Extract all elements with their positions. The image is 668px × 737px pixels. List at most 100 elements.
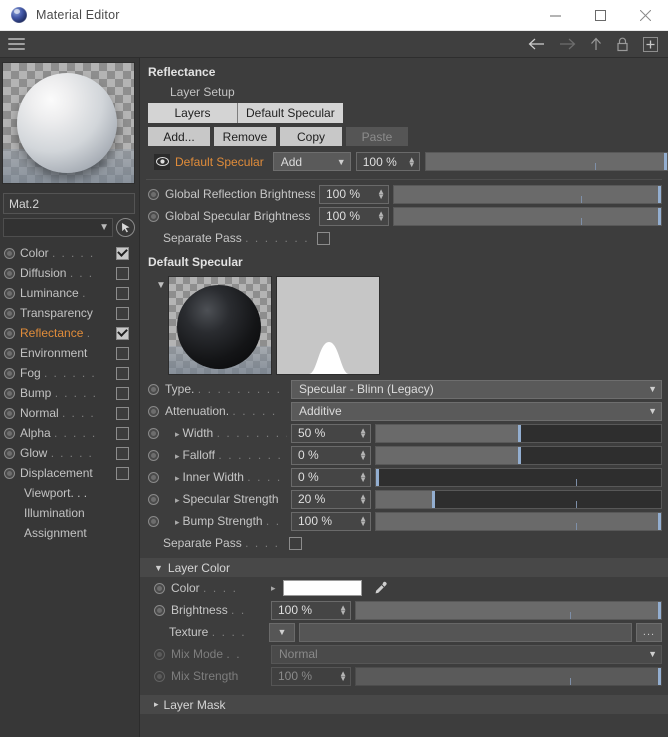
- channel-radio-icon[interactable]: [4, 367, 15, 379]
- specular-strength-field[interactable]: 20 % ▲ ▼: [291, 489, 371, 509]
- specular-sphere-thumbnail[interactable]: [168, 276, 272, 375]
- stepper-icon[interactable]: ▲ ▼: [359, 515, 367, 528]
- layer-opacity-slider[interactable]: [424, 152, 668, 171]
- param-radio-icon[interactable]: [148, 383, 159, 395]
- global-reflection-brightness-slider[interactable]: [393, 184, 662, 204]
- channel-checkbox-color[interactable]: [116, 246, 129, 260]
- sidebar-item-bump[interactable]: Bump . . . . .: [0, 383, 139, 403]
- stepper-icon[interactable]: ▲ ▼: [359, 493, 367, 506]
- back-arrow-icon[interactable]: [528, 38, 545, 50]
- width-field[interactable]: 50 % ▲ ▼: [291, 423, 371, 443]
- eyedropper-icon[interactable]: [374, 581, 388, 595]
- material-name-field[interactable]: Mat.2: [3, 193, 135, 214]
- material-preview[interactable]: [2, 62, 135, 184]
- tab-default-specular[interactable]: Default Specular: [238, 103, 343, 123]
- up-arrow-icon[interactable]: [590, 37, 602, 51]
- sidebar-item-color[interactable]: Color . . . . .: [0, 243, 139, 263]
- global-separate-pass-checkbox[interactable]: [317, 231, 330, 245]
- global-specular-brightness-slider[interactable]: [393, 206, 662, 226]
- expand-arrow-icon[interactable]: ▸: [271, 583, 276, 594]
- layer-opacity-field[interactable]: 100 % ▲ ▼: [355, 152, 420, 171]
- channel-checkbox-reflectance[interactable]: [116, 326, 129, 340]
- channel-checkbox-luminance[interactable]: [116, 286, 129, 300]
- chevron-down-icon[interactable]: ▼: [156, 276, 166, 291]
- sidebar-item-illumination[interactable]: Illumination: [0, 503, 139, 523]
- stepper-icon[interactable]: ▲ ▼: [377, 210, 385, 223]
- sidebar-item-viewport[interactable]: Viewport. . .: [0, 483, 139, 503]
- close-button[interactable]: [623, 0, 668, 31]
- param-radio-icon[interactable]: [148, 210, 159, 222]
- channel-radio-icon[interactable]: [4, 427, 15, 439]
- channel-radio-icon[interactable]: [4, 247, 15, 259]
- chevron-down-icon[interactable]: ▼: [99, 222, 109, 233]
- copy-layer-button[interactable]: Copy: [280, 127, 342, 146]
- sidebar-item-alpha[interactable]: Alpha . . . . .: [0, 423, 139, 443]
- channel-radio-icon[interactable]: [4, 467, 15, 479]
- sidebar-item-transparency[interactable]: Transparency: [0, 303, 139, 323]
- falloff-slider[interactable]: [375, 445, 662, 465]
- channel-checkbox-bump[interactable]: [116, 386, 129, 400]
- width-slider[interactable]: [375, 423, 662, 443]
- stepper-icon[interactable]: ▲ ▼: [408, 155, 416, 168]
- forward-arrow-icon[interactable]: [559, 38, 576, 50]
- channel-checkbox-transparency[interactable]: [116, 306, 129, 320]
- hamburger-menu-icon[interactable]: [8, 38, 25, 50]
- stepper-icon[interactable]: ▲ ▼: [359, 471, 367, 484]
- channel-radio-icon[interactable]: [4, 407, 15, 419]
- sidebar-item-displacement[interactable]: Displacement: [0, 463, 139, 483]
- layer-brightness-slider[interactable]: [355, 600, 662, 620]
- stepper-icon[interactable]: ▲ ▼: [359, 427, 367, 440]
- add-layer-button[interactable]: Add...: [148, 127, 210, 146]
- sidebar-item-diffusion[interactable]: Diffusion . . .: [0, 263, 139, 283]
- bump-strength-field[interactable]: 100 % ▲ ▼: [291, 511, 371, 531]
- param-radio-icon[interactable]: [148, 449, 159, 461]
- add-box-icon[interactable]: [643, 36, 658, 52]
- maximize-button[interactable]: [578, 0, 623, 31]
- channel-checkbox-diffusion[interactable]: [116, 266, 129, 280]
- sidebar-item-reflectance[interactable]: Reflectance .: [0, 323, 139, 343]
- param-radio-icon[interactable]: [148, 427, 159, 439]
- inner-width-slider[interactable]: [375, 467, 662, 487]
- remove-layer-button[interactable]: Remove: [214, 127, 276, 146]
- texture-browse-button[interactable]: ...: [636, 622, 662, 642]
- layer-blend-mode-select[interactable]: Add ▼: [272, 152, 351, 171]
- separate-pass-checkbox[interactable]: [289, 536, 302, 550]
- bump-strength-slider[interactable]: [375, 511, 662, 531]
- specular-curve-thumbnail[interactable]: [276, 276, 380, 375]
- tab-layers[interactable]: Layers: [148, 103, 238, 123]
- channel-checkbox-normal[interactable]: [116, 406, 129, 420]
- inner-width-field[interactable]: 0 % ▲ ▼: [291, 467, 371, 487]
- channel-checkbox-environment[interactable]: [116, 346, 129, 360]
- channel-radio-icon[interactable]: [4, 327, 15, 339]
- texture-dropdown-button[interactable]: ▼: [269, 622, 295, 642]
- sidebar-item-fog[interactable]: Fog . . . . . .: [0, 363, 139, 383]
- param-radio-icon[interactable]: [148, 471, 159, 483]
- layer-brightness-field[interactable]: 100 % ▲ ▼: [271, 600, 351, 620]
- global-reflection-brightness-field[interactable]: 100 % ▲ ▼: [319, 184, 389, 204]
- layer-name[interactable]: Default Specular: [175, 155, 264, 169]
- param-radio-icon[interactable]: [154, 582, 165, 594]
- channel-radio-icon[interactable]: [4, 447, 15, 459]
- layer-list-row[interactable]: Default Specular Add ▼ 100 % ▲ ▼: [140, 146, 668, 176]
- channel-checkbox-glow[interactable]: [116, 446, 129, 460]
- lock-icon[interactable]: [616, 37, 629, 52]
- color-swatch[interactable]: [282, 580, 362, 596]
- stepper-icon[interactable]: ▲ ▼: [359, 449, 367, 462]
- sidebar-item-environment[interactable]: Environment: [0, 343, 139, 363]
- layer-color-header[interactable]: ▼ Layer Color: [140, 558, 668, 577]
- param-radio-icon[interactable]: [148, 188, 159, 200]
- stepper-icon[interactable]: ▲ ▼: [377, 188, 385, 201]
- channel-radio-icon[interactable]: [4, 267, 15, 279]
- sidebar-item-normal[interactable]: Normal . . . .: [0, 403, 139, 423]
- sidebar-item-luminance[interactable]: Luminance .: [0, 283, 139, 303]
- eye-icon[interactable]: [154, 153, 170, 170]
- layer-mask-header[interactable]: ▸ Layer Mask: [140, 695, 668, 714]
- minimize-button[interactable]: [533, 0, 578, 31]
- param-radio-icon[interactable]: [148, 405, 159, 417]
- param-radio-icon[interactable]: [148, 515, 159, 527]
- material-search-input[interactable]: ▼: [3, 218, 113, 237]
- stepper-icon[interactable]: ▲ ▼: [339, 604, 347, 617]
- channel-radio-icon[interactable]: [4, 287, 15, 299]
- attenuation-select[interactable]: Additive ▼: [291, 401, 662, 421]
- channel-checkbox-displacement[interactable]: [116, 466, 129, 480]
